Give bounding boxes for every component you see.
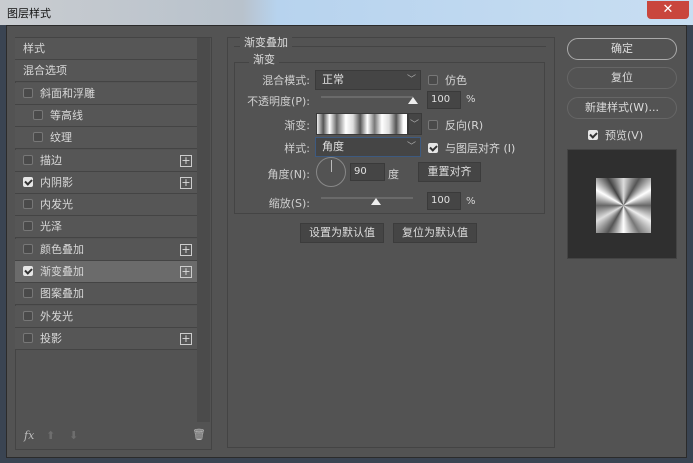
sidebar-item-label: 样式: [23, 42, 45, 55]
checkbox[interactable]: [23, 310, 33, 321]
sidebar-item-label: 内发光: [40, 198, 73, 212]
scale-input[interactable]: 100: [427, 192, 461, 210]
sidebar-item[interactable]: 投影 +: [15, 327, 197, 350]
degree-unit: 度: [388, 168, 399, 181]
preview-swatch: [596, 178, 651, 233]
title-bar: 图层样式 ✕: [0, 0, 693, 25]
add-icon[interactable]: +: [180, 176, 192, 189]
scale-label: 缩放(S):: [268, 197, 310, 210]
gradient-subtitle: 渐变: [249, 51, 279, 67]
style-label: 样式:: [284, 142, 310, 155]
checkbox[interactable]: [33, 109, 43, 120]
checkbox[interactable]: [23, 199, 33, 210]
sidebar-item-label: 渐变叠加: [40, 265, 84, 278]
sidebar-item-label: 图案叠加: [40, 287, 84, 301]
sidebar-item-label: 混合选项: [23, 64, 67, 78]
style-preview: [567, 149, 677, 259]
sidebar-item-label: 颜色叠加: [40, 242, 84, 256]
reset-align-button[interactable]: 重置对齐: [418, 162, 481, 182]
blend-mode-value: 正常: [322, 73, 344, 86]
style-value: 角度: [322, 140, 344, 153]
style-select[interactable]: 角度 ﹀: [315, 137, 421, 157]
angle-dial[interactable]: [316, 157, 346, 187]
checkbox[interactable]: [23, 332, 33, 343]
chevron-down-icon: ﹀: [406, 75, 416, 85]
chevron-down-icon: ﹀: [406, 142, 416, 152]
reset-default-button[interactable]: 复位为默认值: [393, 223, 477, 243]
sidebar-item-label: 内阴影: [40, 175, 73, 189]
reverse-checkbox[interactable]: 反向(R): [428, 117, 483, 133]
sidebar-item[interactable]: 内阴影 +: [15, 171, 197, 194]
sidebar-item-label: 投影: [40, 331, 62, 345]
new-style-button[interactable]: 新建样式(W)...: [567, 97, 677, 119]
blend-mode-label: 混合模式:: [262, 74, 310, 87]
ok-button[interactable]: 确定: [567, 38, 677, 60]
checkbox[interactable]: [23, 221, 33, 232]
scale-percent: %: [466, 196, 476, 207]
align-checkbox[interactable]: 与图层对齐 (I): [428, 140, 515, 156]
move-up-icon[interactable]: ⬆: [46, 429, 55, 442]
close-button[interactable]: ✕: [647, 1, 689, 19]
reset-button[interactable]: 复位: [567, 67, 677, 89]
trash-icon[interactable]: 🗑: [192, 428, 206, 441]
sidebar-item-label: 等高线: [50, 108, 83, 122]
add-icon[interactable]: +: [180, 243, 192, 256]
sidebar-item[interactable]: 斜面和浮雕: [15, 82, 197, 105]
sidebar-item-label: 斜面和浮雕: [40, 86, 95, 100]
sidebar-item[interactable]: 样式: [15, 38, 197, 60]
align-label: 与图层对齐 (I): [445, 142, 516, 155]
sidebar-item[interactable]: 光泽: [15, 216, 197, 239]
sidebar-item[interactable]: 混合选项: [15, 60, 197, 83]
opacity-slider-track[interactable]: [321, 96, 413, 98]
gradient-preview[interactable]: [316, 113, 408, 135]
sidebar-item-label: 纹理: [50, 131, 72, 145]
sidebar-item-label: 光泽: [40, 220, 62, 234]
dither-checkbox[interactable]: 仿色: [428, 72, 467, 88]
move-down-icon[interactable]: ⬇: [69, 429, 78, 442]
preview-label: 预览(V): [605, 129, 644, 142]
sidebar-item[interactable]: 图案叠加: [15, 283, 197, 306]
checkbox[interactable]: [23, 243, 33, 254]
scrollbar[interactable]: [197, 38, 210, 422]
fx-icon[interactable]: fx: [24, 429, 34, 442]
sidebar-item[interactable]: 等高线: [15, 104, 197, 127]
dither-label: 仿色: [445, 74, 467, 87]
window-title: 图层样式: [7, 7, 51, 20]
scale-slider-thumb[interactable]: [371, 198, 382, 205]
opacity-label: 不透明度(P):: [247, 95, 310, 108]
sidebar-item[interactable]: 纹理: [15, 127, 197, 150]
chevron-down-icon: ﹀: [409, 120, 419, 130]
sidebar-item[interactable]: 描边 +: [15, 149, 197, 172]
sidebar-item[interactable]: 外发光: [15, 305, 197, 328]
group-title: 渐变叠加: [240, 34, 292, 50]
checkbox[interactable]: [23, 154, 33, 165]
sidebar-item[interactable]: 内发光: [15, 194, 197, 217]
sidebar-item[interactable]: 颜色叠加 +: [15, 238, 197, 261]
opacity-percent: %: [466, 94, 476, 105]
reverse-label: 反向(R): [445, 119, 484, 132]
opacity-input[interactable]: 100: [427, 91, 461, 109]
checkbox[interactable]: [23, 87, 33, 98]
checkbox[interactable]: [23, 176, 33, 187]
blend-mode-select[interactable]: 正常 ﹀: [315, 70, 421, 90]
sidebar-item-label: 描边: [40, 153, 62, 167]
checkbox[interactable]: [33, 132, 43, 143]
sidebar-item-label: 外发光: [40, 309, 73, 323]
add-icon[interactable]: +: [180, 266, 192, 278]
opacity-slider-thumb[interactable]: [408, 97, 418, 104]
angle-label: 角度(N):: [267, 168, 310, 181]
gradient-label: 渐变:: [284, 119, 310, 132]
add-icon[interactable]: +: [180, 154, 192, 167]
set-default-button[interactable]: 设置为默认值: [300, 223, 384, 243]
angle-input[interactable]: 90: [350, 163, 385, 181]
scale-slider-track[interactable]: [321, 197, 413, 199]
checkbox[interactable]: [23, 288, 33, 299]
preview-checkbox[interactable]: 预览(V): [588, 127, 643, 143]
add-icon[interactable]: +: [180, 332, 192, 345]
checkbox[interactable]: [23, 266, 33, 276]
sidebar-item[interactable]: 渐变叠加 +: [15, 261, 197, 283]
gradient-dropdown[interactable]: ﹀: [408, 113, 422, 135]
